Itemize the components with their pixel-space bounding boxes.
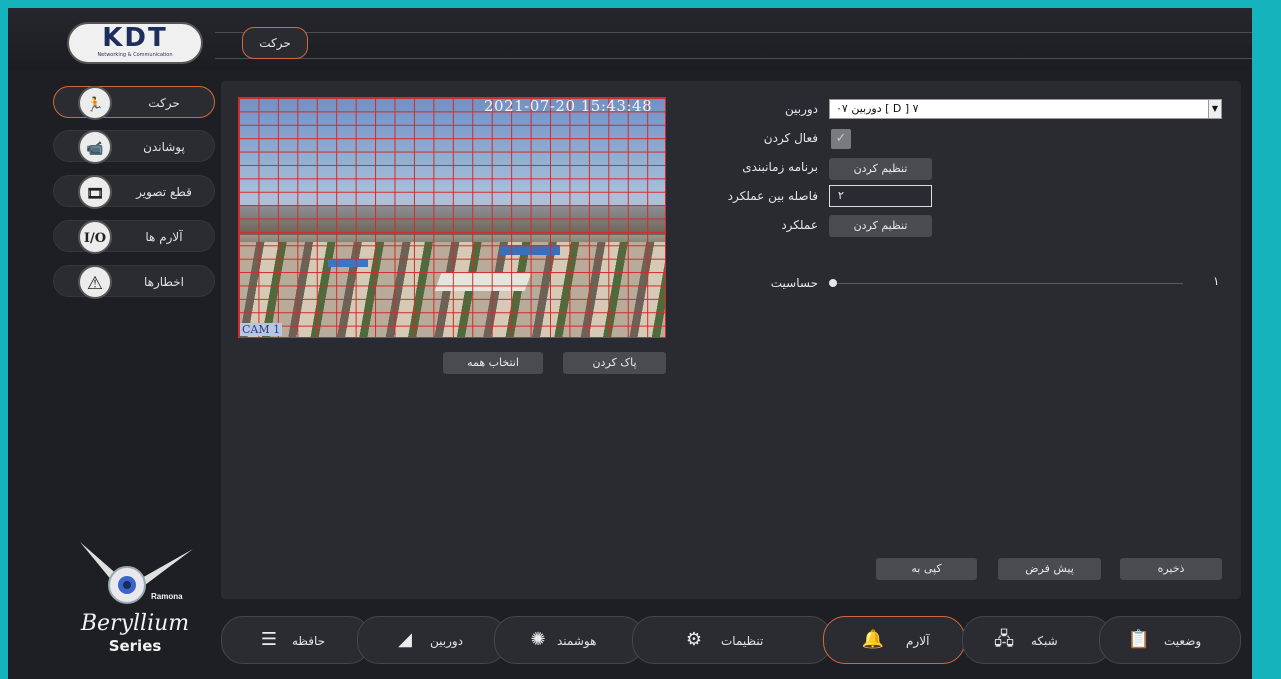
io-icon: I/O xyxy=(78,220,112,254)
nav-alarm[interactable]: 🔔 آلارم xyxy=(823,616,965,664)
sensitivity-value: ۱ xyxy=(1213,274,1220,288)
sensitivity-slider-handle[interactable] xyxy=(829,279,837,287)
default-button[interactable]: پیش فرض xyxy=(998,558,1101,580)
nav-label: دوربین xyxy=(430,634,464,648)
sidebar-item-label: آلارم ها xyxy=(145,230,183,244)
camera-select[interactable]: دوربین ۰۷ [ D ] ۷ ▼ xyxy=(829,99,1222,119)
top-divider xyxy=(215,32,1252,33)
nav-storage[interactable]: ☰ حافظه xyxy=(221,616,371,664)
gears-icon: ⚙ xyxy=(685,629,703,650)
motion-grid[interactable] xyxy=(238,97,666,338)
sidebar-item-label: حرکت xyxy=(148,96,180,110)
warning-icon: ⚠ xyxy=(78,265,112,299)
kdt-logo: KDT Networking & Communication xyxy=(67,22,203,64)
sidebar-item-mask[interactable]: 📹 پوشاندن xyxy=(53,130,215,164)
sidebar-item-label: پوشاندن xyxy=(143,140,185,154)
enable-label: فعال کردن xyxy=(763,131,818,145)
sensitivity-slider-track[interactable] xyxy=(833,283,1183,284)
sensitivity-label: حساسیت xyxy=(770,276,818,290)
nav-camera[interactable]: ◢ دوربین xyxy=(357,616,507,664)
top-divider-lower xyxy=(215,58,1252,59)
camera-label: دوربین xyxy=(784,102,818,116)
enable-checkbox[interactable]: ✓ xyxy=(831,129,851,149)
nav-network[interactable]: 🖧 شبکه xyxy=(962,616,1112,664)
action-setup-button[interactable]: تنظیم کردن xyxy=(829,215,932,237)
sidebar-item-motion[interactable]: 🏃 حرکت xyxy=(53,86,215,120)
schedule-setup-button[interactable]: تنظیم کردن xyxy=(829,158,932,180)
running-person-icon: 🏃 xyxy=(78,86,112,120)
nav-label: تنظیمات xyxy=(721,634,764,648)
camera-select-value: دوربین ۰۷ [ D ] ۷ xyxy=(836,102,919,115)
mascot-text: Ramona xyxy=(151,592,183,601)
network-icon: 🖧 xyxy=(993,629,1015,650)
nav-status[interactable]: 📋 وضعیت xyxy=(1099,616,1241,664)
motion-area-video[interactable]: 2021-07-20 15:43:48 CAM 1 xyxy=(238,97,666,338)
sidebar-item-alarms[interactable]: I/O آلارم ها xyxy=(53,220,215,254)
interval-label: فاصله بین عملکرد xyxy=(727,189,818,203)
nav-label: هوشمند xyxy=(557,634,597,648)
schedule-label: برنامه زمانبندی xyxy=(742,160,818,174)
series-title: Beryllium xyxy=(80,611,190,636)
sidebar-item-label: اخطارها xyxy=(143,275,185,289)
logo-subtext: Networking & Communication xyxy=(97,52,173,58)
clear-button[interactable]: پاک کردن xyxy=(563,352,666,374)
video-camera-label: CAM 1 xyxy=(240,323,283,336)
sidebar-item-warnings[interactable]: ⚠ اخطارها xyxy=(53,265,215,299)
series-subtitle: Series xyxy=(108,637,162,655)
nav-label: حافظه xyxy=(292,634,326,648)
camera-icon: ◢ xyxy=(398,629,412,650)
save-button[interactable]: ذخیره xyxy=(1120,558,1222,580)
chevron-down-icon[interactable]: ▼ xyxy=(1208,100,1221,118)
video-timestamp: 2021-07-20 15:43:48 xyxy=(484,97,653,115)
nav-label: آلارم xyxy=(906,634,930,648)
logo-text: KDT xyxy=(102,23,168,53)
storage-icon: ☰ xyxy=(260,629,278,650)
camera-mask-icon: 📹 xyxy=(78,130,112,164)
nav-label: وضعیت xyxy=(1164,634,1202,648)
interval-input[interactable]: ۲ xyxy=(829,185,932,207)
status-clipboard-icon: 📋 xyxy=(1127,629,1151,650)
nav-smart[interactable]: ✺ هوشمند xyxy=(494,616,644,664)
action-label: عملکرد xyxy=(781,218,818,232)
sidebar-item-label: قطع تصویر xyxy=(136,185,192,199)
alarm-bell-icon: 🔔 xyxy=(861,629,885,650)
smart-bulb-icon: ✺ xyxy=(530,629,546,650)
sidebar-item-video-loss[interactable]: 🎞 قطع تصویر xyxy=(53,175,215,209)
copy-to-button[interactable]: کپی به xyxy=(876,558,977,580)
ramona-mascot-logo: Ramona xyxy=(80,542,193,604)
tab-motion[interactable]: حرکت xyxy=(242,27,308,59)
nav-settings[interactable]: ⚙ تنظیمات xyxy=(632,616,832,664)
select-all-button[interactable]: انتخاب همه xyxy=(443,352,543,374)
nav-label: شبکه xyxy=(1031,634,1058,648)
video-loss-icon: 🎞 xyxy=(78,175,112,209)
